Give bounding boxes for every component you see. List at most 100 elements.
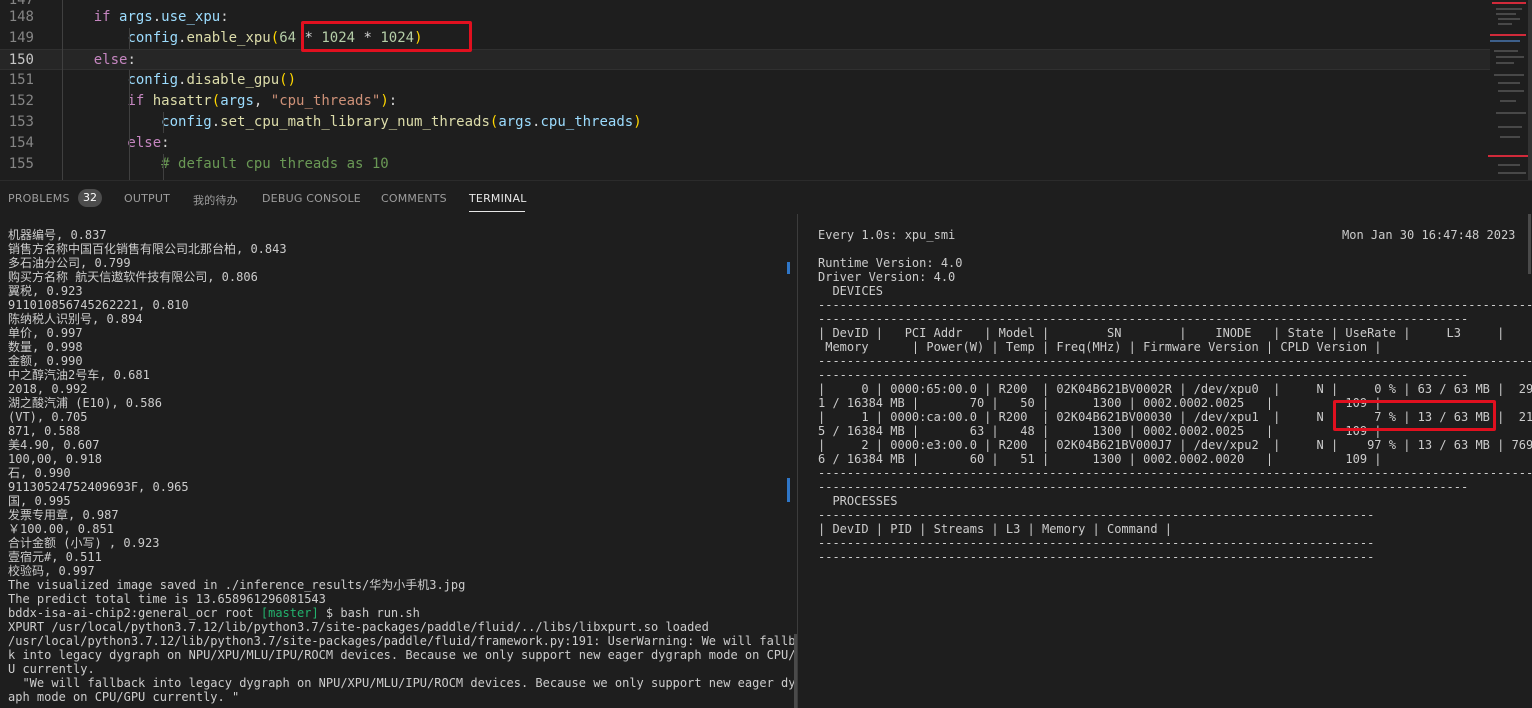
highlight-box <box>301 21 472 52</box>
code-text: if args.use_xpu: <box>60 9 229 25</box>
terminal-output-line: 发票专用章, 0.987 <box>8 508 119 522</box>
terminal-output-line: aph mode on CPU/GPU currently. " <box>8 690 240 704</box>
indent-guide <box>129 28 130 49</box>
terminal-output-line: 单价, 0.997 <box>8 326 83 340</box>
terminal-output-line: /usr/local/python3.7.12/lib/python3.7/si… <box>8 634 797 648</box>
terminal-scrollbar[interactable] <box>1528 214 1531 274</box>
tab-problems[interactable]: PROBLEMS <box>8 192 70 205</box>
line-number: 149 <box>8 30 34 46</box>
indent-guide <box>129 70 130 180</box>
code-line-current[interactable]: 150 else: <box>0 49 1490 70</box>
line-number: 148 <box>8 9 34 25</box>
indent-guide <box>163 154 164 180</box>
terminal-output-line: 金额, 0.990 <box>8 354 83 368</box>
line-number: 153 <box>8 114 34 130</box>
line-number: 154 <box>8 135 34 151</box>
watch-header: Every 1.0s: xpu_smi <box>818 228 956 242</box>
tab-output[interactable]: OUTPUT <box>124 192 170 205</box>
xpu-smi-line: Memory | Power(W) | Temp | Freq(MHz) | F… <box>818 340 1382 354</box>
terminal-output-line: 购买方名称 航天信遨软件技有限公司, 0.806 <box>8 270 258 284</box>
terminal-left[interactable]: 机器编号, 0.837 销售方名称中国百化销售有限公司北那台柏, 0.843 多石油… <box>0 214 797 708</box>
terminal-output-line: 中之醇汽油2号车, 0.681 <box>8 368 150 382</box>
scroll-marker <box>787 262 790 274</box>
xpu-smi-line: ----------------------------------------… <box>818 508 1375 522</box>
code-editor[interactable]: 147 148 if args.use_xpu: 149 config.enab… <box>0 0 1532 180</box>
terminal-output-line: 销售方名称中国百化销售有限公司北那台柏, 0.843 <box>8 242 287 256</box>
terminal-output-line: U currently. <box>8 662 95 676</box>
terminal-output-line: 壹宿元#, 0.511 <box>8 550 102 564</box>
xpu-smi-line: | DevID | PCI Addr | Model | SN | INODE … <box>818 326 1505 340</box>
indent-guide <box>163 112 164 133</box>
line-number: 152 <box>8 93 34 109</box>
terminal-output-line: 911010856745262221, 0.810 <box>8 298 189 312</box>
xpu-smi-line: ----------------------------------------… <box>818 536 1375 550</box>
line-number: 150 <box>8 52 34 68</box>
xpu-smi-line: 6 / 16384 MB | 60 | 51 | 1300 | 0002.000… <box>818 452 1382 466</box>
terminal-output-line: The visualized image saved in ./inferenc… <box>8 578 466 592</box>
terminal-output-line: 多石油分公司, 0.799 <box>8 256 131 270</box>
line-number: 155 <box>8 156 34 172</box>
watch-timestamp: Mon Jan 30 16:47:48 2023 <box>1342 228 1516 242</box>
terminal-output-line: k into legacy dygraph on NPU/XPU/MLU/IPU… <box>8 648 797 662</box>
xpu-smi-line: Driver Version: 4.0 <box>818 270 956 284</box>
terminal-right[interactable]: Every 1.0s: xpu_smi Mon Jan 30 16:47:48 … <box>798 214 1532 708</box>
code-text: else: <box>60 135 170 151</box>
terminal-output-line: 机器编号, 0.837 <box>8 228 107 242</box>
terminal-output-line: 石, 0.990 <box>8 466 71 480</box>
tab-comments[interactable]: COMMENTS <box>381 192 447 205</box>
xpu-smi-line: | 0 | 0000:65:00.0 | R200 | 02K04B621BV0… <box>818 382 1532 396</box>
prompt-host: bddx-isa-ai-chip2:general_ocr root <box>8 606 261 620</box>
xpu-smi-line: ----------------------------------------… <box>818 312 1469 326</box>
scroll-marker <box>787 478 790 502</box>
code-line[interactable]: 155 # default cpu threads as 10 <box>0 154 1490 175</box>
prompt-command: $ bash run.sh <box>318 606 420 620</box>
xpu-smi-line: | 2 | 0000:e3:00.0 | R200 | 02K04B621BV0… <box>818 438 1532 452</box>
terminal-output-line: 数量, 0.998 <box>8 340 83 354</box>
code-text: if hasattr(args, "cpu_threads"): <box>127 93 398 109</box>
minimap[interactable] <box>1488 0 1530 180</box>
code-line[interactable]: 152 if hasattr(args, "cpu_threads"): <box>0 91 1490 112</box>
xpu-smi-line: PROCESSES <box>818 494 898 508</box>
code-line[interactable]: 148 if args.use_xpu: <box>0 7 1490 28</box>
xpu-smi-line: ----------------------------------------… <box>818 466 1532 480</box>
code-text: # default cpu threads as 10 <box>161 156 389 172</box>
line-number: 151 <box>8 72 34 88</box>
shell-prompt: bddx-isa-ai-chip2:general_ocr root [mast… <box>8 606 420 620</box>
xpu-smi-line: 1 / 16384 MB | 70 | 50 | 1300 | 0002.000… <box>818 396 1382 410</box>
terminal-output-line: 校验码, 0.997 <box>8 564 95 578</box>
terminal-output-line: The predict total time is 13.65896129608… <box>8 592 326 606</box>
code-line[interactable]: 154 else: <box>0 133 1490 154</box>
code-text: config.disable_gpu() <box>127 72 297 88</box>
terminal-output-line: 陈纳税人识别号, 0.894 <box>8 312 143 326</box>
terminal-output-line: 871, 0.588 <box>8 424 81 438</box>
terminal-output-line: ￥100.00, 0.851 <box>8 522 114 536</box>
terminal-output-line: 湖之酸汽浦 (E10), 0.586 <box>8 396 162 410</box>
indent-guide <box>62 0 63 180</box>
code-line[interactable]: 153 config.set_cpu_math_library_num_thre… <box>0 112 1490 133</box>
tab-terminal[interactable]: TERMINAL <box>469 192 527 205</box>
terminal-output-line: 100,00, 0.918 <box>8 452 102 466</box>
highlight-box <box>1333 400 1496 431</box>
code-text: else: <box>60 52 136 68</box>
xpu-smi-line: Runtime Version: 4.0 <box>818 256 963 270</box>
tab-todo[interactable]: 我的待办 <box>193 192 238 208</box>
xpu-smi-line: DEVICES <box>818 284 884 298</box>
xpu-smi-line: ----------------------------------------… <box>818 368 1469 382</box>
panel-tab-bar: PROBLEMS 32 OUTPUT 我的待办 DEBUG CONSOLE CO… <box>0 180 1532 214</box>
xpu-smi-line: ----------------------------------------… <box>818 298 1532 312</box>
active-tab-indicator <box>469 211 525 212</box>
code-line[interactable]: 151 config.disable_gpu() <box>0 70 1490 91</box>
terminal-output-line: "We will fallback into legacy dygraph on… <box>8 676 797 690</box>
terminal-output-line: (VT), 0.705 <box>8 410 88 424</box>
xpu-smi-line: ----------------------------------------… <box>818 480 1469 494</box>
terminal-output-line: 2018, 0.992 <box>8 382 88 396</box>
tab-debug-console[interactable]: DEBUG CONSOLE <box>262 192 361 205</box>
terminal-output-line: 合计金额 (小写) , 0.923 <box>8 536 160 550</box>
terminal-output-line: 国, 0.995 <box>8 494 71 508</box>
xpu-smi-line: ----------------------------------------… <box>818 550 1375 564</box>
terminal-output-line: 翼税, 0.923 <box>8 284 83 298</box>
xpu-smi-line: | DevID | PID | Streams | L3 | Memory | … <box>818 522 1173 536</box>
editor-scrollbar[interactable] <box>1528 0 1532 180</box>
code-line[interactable]: 149 config.enable_xpu(64 * 1024 * 1024) <box>0 28 1490 49</box>
code-text: config.set_cpu_math_library_num_threads(… <box>161 114 642 130</box>
